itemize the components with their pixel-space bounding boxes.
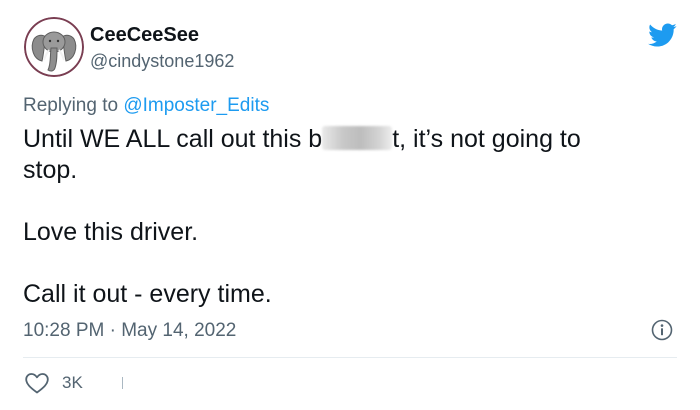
heart-icon[interactable]: [24, 371, 50, 395]
tweet-paragraph-3: Call it out - every time.: [23, 280, 272, 308]
elephant-avatar-icon: [24, 17, 84, 77]
tweet-line-1-start: Until WE ALL call out this b: [23, 125, 323, 153]
twitter-bird-icon[interactable]: [647, 20, 677, 50]
tweet-text: Until WE ALL call out this b t, it’s not …: [23, 124, 678, 310]
tweet-timestamp[interactable]: 10:28 PM · May 14, 2022: [23, 318, 236, 344]
tweet-paragraph-2: Love this driver.: [23, 218, 199, 246]
tweet-line-1: Until WE ALL call out this b t, it’s not …: [23, 124, 678, 155]
tweet-line-2: stop.: [23, 156, 78, 184]
censored-word-blur: [322, 126, 393, 150]
user-handle[interactable]: @cindystone1962: [90, 48, 234, 74]
reply-mention-link[interactable]: @Imposter_Edits: [123, 95, 269, 116]
avatar[interactable]: [24, 17, 84, 77]
display-name[interactable]: CeeCeeSee: [90, 22, 199, 48]
tweet-line-1-end: t, it’s not going to: [392, 125, 581, 153]
info-icon[interactable]: [651, 319, 673, 341]
replying-to: Replying to @Imposter_Edits: [23, 93, 269, 119]
tweet-card: CeeCeeSee @cindystone1962 Replying to @I…: [0, 0, 700, 410]
divider: [23, 357, 677, 358]
action-separator: [122, 377, 123, 389]
like-count[interactable]: 3K: [62, 370, 83, 396]
replying-to-prefix: Replying to: [23, 95, 124, 116]
